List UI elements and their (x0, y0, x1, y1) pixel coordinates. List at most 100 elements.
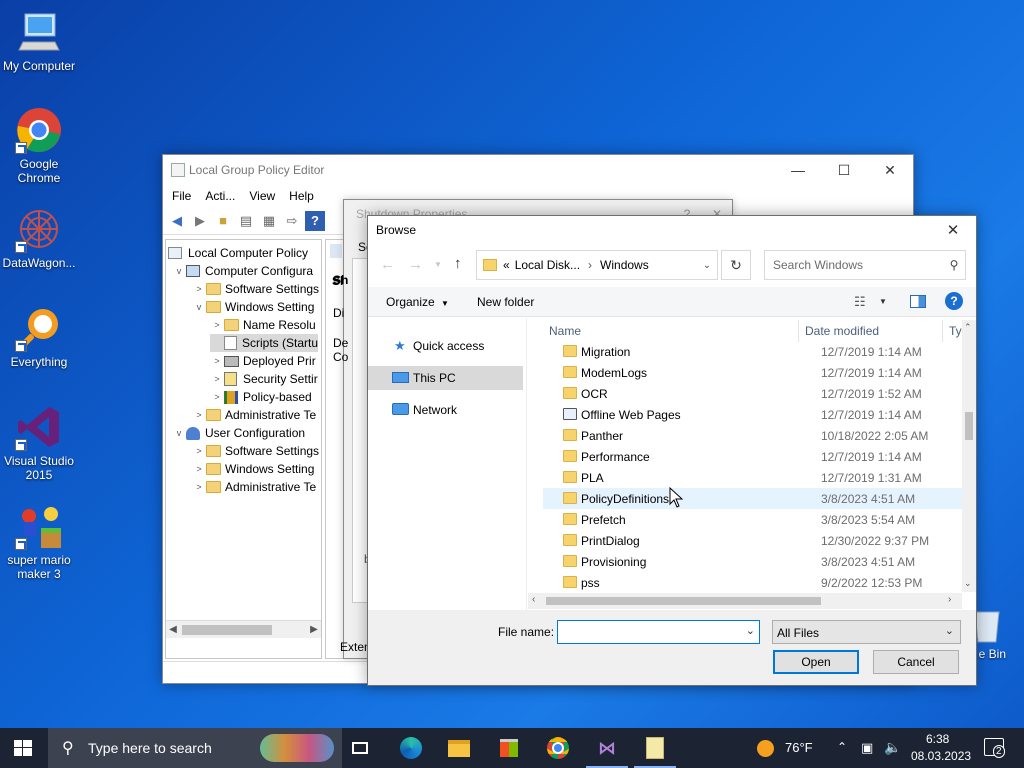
scroll-down-icon[interactable]: ⌄ (964, 578, 972, 589)
tree-item[interactable]: > Administrative Te (192, 406, 316, 424)
store-icon[interactable] (497, 736, 521, 760)
file-row[interactable]: OCR12/7/2019 1:52 AMFi (543, 383, 963, 404)
search-box[interactable]: Search Windows ⚲ (764, 250, 966, 280)
back-arrow-icon[interactable]: ◀ (167, 211, 187, 231)
view-dropdown-icon[interactable]: ▼ (879, 297, 887, 306)
help-icon[interactable]: ? (945, 292, 963, 310)
tree-horizontal-scrollbar[interactable]: ◀ ▶ (166, 620, 321, 638)
expand-toggle-icon[interactable]: > (192, 482, 206, 492)
menu-help[interactable]: Help (282, 189, 321, 203)
breadcrumb-segment[interactable]: Local Disk... (515, 258, 580, 272)
up-folder-icon[interactable]: ■ (213, 211, 233, 231)
weather-temperature[interactable]: 76°F (785, 740, 813, 755)
expand-toggle-icon[interactable]: > (192, 284, 206, 294)
scroll-left-icon[interactable]: ‹ (532, 594, 535, 605)
expand-toggle-icon[interactable]: v (192, 302, 206, 312)
nav-this-pc[interactable]: This PC (368, 366, 523, 390)
desktop-icon-datawagon[interactable]: DataWagon... (0, 205, 78, 270)
file-type-dropdown[interactable]: All Files ⌄ (772, 620, 961, 644)
open-button[interactable]: Open (773, 650, 859, 674)
breadcrumb-segment[interactable]: Windows (600, 258, 649, 272)
menu-action[interactable]: Acti... (198, 189, 242, 203)
recent-dropdown-icon[interactable]: ▼ (434, 260, 442, 269)
close-button[interactable]: ✕ (930, 215, 976, 245)
file-list-vertical-scrollbar[interactable]: ⌃ ⌄ (962, 320, 976, 592)
tree-item[interactable]: v User Configuration (172, 424, 305, 442)
file-row-hover[interactable]: PolicyDefinitions3/8/2023 4:51 AMFi (543, 488, 963, 509)
taskbar-search-input[interactable]: Type here to search (88, 740, 212, 756)
desktop-icon-visual-studio[interactable]: Visual Studio 2015 (0, 403, 78, 482)
forward-arrow-icon[interactable]: ▶ (190, 211, 210, 231)
show-hide-tree-icon[interactable]: ▤ (236, 211, 256, 231)
expand-toggle-icon[interactable]: v (172, 266, 186, 276)
desktop-icon-my-computer[interactable]: My Computer (0, 8, 78, 73)
help-icon[interactable]: ? (305, 210, 325, 231)
file-row[interactable]: Performance12/7/2019 1:14 AMFi (543, 446, 963, 467)
tree-item[interactable]: > Security Settir (210, 370, 318, 388)
combobox-dropdown-icon[interactable]: ⌄ (746, 624, 755, 637)
expand-toggle-icon[interactable]: > (192, 410, 206, 420)
file-name-combobox[interactable]: ⌄ (557, 620, 760, 644)
expand-toggle-icon[interactable]: > (210, 320, 224, 330)
expand-toggle-icon[interactable]: > (210, 374, 224, 384)
notepad-taskbar-icon[interactable] (643, 736, 667, 760)
taskbar-search-box[interactable]: ⚲ Type here to search (48, 728, 342, 768)
properties-icon[interactable]: ▦ (259, 211, 279, 231)
file-row[interactable]: Offline Web Pages12/7/2019 1:14 AMFi (543, 404, 963, 425)
file-row[interactable]: Migration12/7/2019 1:14 AMFi (543, 341, 963, 362)
tree-item[interactable]: v Computer Configura (172, 262, 313, 280)
tree-item[interactable]: > Windows Setting (192, 460, 314, 478)
scroll-thumb[interactable] (182, 624, 272, 635)
tree-item[interactable]: Local Computer Policy (168, 244, 308, 262)
desktop-icon-mario[interactable]: super mario maker 3 (0, 502, 78, 581)
tree-item[interactable]: > Software Settings (192, 280, 319, 298)
column-header-date[interactable]: Date modified (799, 320, 943, 342)
tray-overflow-icon[interactable]: ⌃ (837, 740, 847, 754)
file-row[interactable]: PLA12/7/2019 1:31 AMFi (543, 467, 963, 488)
file-explorer-icon[interactable] (447, 736, 471, 760)
new-folder-button[interactable]: New folder (477, 295, 534, 309)
volume-icon[interactable]: 🔈 (884, 739, 901, 756)
start-button[interactable] (14, 740, 32, 756)
desktop-icon-chrome[interactable]: Google Chrome (0, 106, 78, 185)
tree-item[interactable]: > Administrative Te (192, 478, 316, 496)
expand-toggle-icon[interactable]: > (210, 356, 224, 366)
tree-item[interactable]: v Windows Setting (192, 298, 315, 316)
tree-item-selected[interactable]: Scripts (Startu (210, 334, 319, 352)
address-dropdown-icon[interactable]: ⌄ (697, 260, 717, 271)
file-row[interactable]: Panther10/18/2022 2:05 AMFi (543, 425, 963, 446)
back-arrow-icon[interactable]: ← (380, 256, 395, 273)
menu-file[interactable]: File (165, 189, 198, 203)
file-row[interactable]: ModemLogs12/7/2019 1:14 AMFi (543, 362, 963, 383)
column-header-name[interactable]: Name (543, 320, 799, 342)
organize-button[interactable]: Organize ▼ (386, 295, 449, 309)
scroll-thumb[interactable] (546, 597, 821, 605)
nav-network[interactable]: Network (368, 398, 523, 422)
tree-item[interactable]: > Name Resolu (210, 316, 315, 334)
address-bar[interactable]: « Local Disk... › Windows ⌄ (476, 250, 718, 280)
expand-toggle-icon[interactable]: > (210, 392, 224, 402)
scroll-left-icon[interactable]: ◀ (166, 624, 180, 635)
expand-toggle-icon[interactable]: > (192, 464, 206, 474)
scroll-right-icon[interactable]: › (948, 594, 951, 605)
file-list-horizontal-scrollbar[interactable]: ‹ › (528, 593, 962, 609)
desktop-icon-everything[interactable]: Everything (0, 304, 78, 369)
weather-icon[interactable] (757, 740, 774, 757)
cancel-button[interactable]: Cancel (873, 650, 959, 674)
scroll-thumb[interactable] (965, 412, 973, 440)
expand-toggle-icon[interactable]: v (172, 428, 186, 438)
breadcrumb-overflow[interactable]: « (503, 258, 510, 272)
clock-date[interactable]: 08.03.2023 (911, 749, 971, 763)
task-view-icon[interactable] (348, 736, 372, 760)
tree-item[interactable]: > Deployed Prir (210, 352, 315, 370)
minimize-button[interactable]: — (775, 155, 821, 185)
tree-item[interactable]: > Policy-based (210, 388, 311, 406)
search-input[interactable]: Search Windows (773, 258, 943, 272)
up-arrow-icon[interactable]: ↑ (454, 255, 462, 272)
column-header-type[interactable]: Ty (943, 320, 963, 342)
close-button[interactable]: ✕ (867, 155, 913, 185)
forward-arrow-icon[interactable]: → (408, 256, 423, 273)
preview-pane-icon[interactable] (910, 295, 926, 308)
network-tray-icon[interactable]: ▣ (861, 740, 873, 756)
edge-icon[interactable] (399, 736, 423, 760)
